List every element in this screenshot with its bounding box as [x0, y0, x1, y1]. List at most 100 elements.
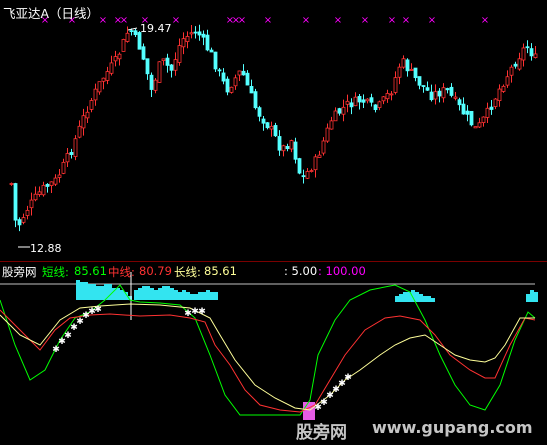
candle-up	[33, 193, 38, 201]
candle-up	[109, 62, 114, 74]
mid-line-value: 80.79	[139, 264, 172, 278]
indicator-site-label: 股旁网	[2, 265, 37, 279]
candle-up	[377, 101, 382, 108]
candle-up	[365, 98, 370, 102]
candle-up	[89, 100, 94, 110]
histogram-bar	[178, 292, 182, 300]
candle-down	[461, 103, 466, 115]
candle-up	[477, 122, 482, 128]
candle-down	[437, 90, 442, 97]
histogram-bar	[138, 288, 142, 300]
histogram-bar	[399, 294, 403, 302]
signal-marker: ×	[481, 15, 489, 26]
candle-down	[337, 108, 342, 114]
candle-up	[77, 125, 82, 138]
candle-up	[325, 127, 330, 142]
histogram-bar	[142, 286, 146, 300]
histogram-bar	[80, 282, 84, 300]
signal-marker: ×	[238, 15, 246, 26]
histogram-bar	[395, 296, 399, 302]
candle-down	[265, 122, 270, 129]
histogram-bar	[116, 288, 120, 300]
candle-down	[201, 33, 206, 38]
signal-marker: ×	[361, 15, 369, 26]
histogram-bar	[100, 286, 104, 300]
candle-up	[237, 70, 242, 76]
candle-up	[49, 181, 54, 186]
candle-down	[17, 219, 22, 226]
candle-up	[441, 87, 446, 99]
histogram-bar	[415, 292, 419, 302]
candle-up	[393, 77, 398, 93]
candle-up	[61, 161, 66, 174]
histogram-bar	[76, 280, 80, 300]
candle-down	[449, 86, 454, 96]
histogram-bar	[423, 296, 427, 302]
candle-up	[521, 47, 526, 61]
histogram-bar	[84, 282, 88, 300]
chart-canvas[interactable]: × × × ×× × × ××× × × × × × × × × 19.47 12.88 ✱✱✱✱✱✱✱✱ ✱…	[0, 0, 547, 445]
candle-down	[413, 67, 418, 79]
candle-up	[41, 184, 46, 196]
candle-up	[21, 217, 26, 223]
candle-up	[181, 38, 186, 48]
candle-up	[25, 209, 30, 216]
candle-down	[245, 72, 250, 86]
candle-up	[173, 59, 178, 71]
histogram-bar	[419, 294, 423, 302]
histogram-bar	[182, 290, 186, 300]
candle-up	[317, 154, 322, 158]
histogram-bar	[186, 292, 190, 300]
candle-down	[285, 146, 290, 150]
candle-down	[277, 136, 282, 151]
histogram-bar	[166, 286, 170, 300]
candle-up	[481, 116, 486, 124]
candle-down	[165, 57, 170, 66]
candle-up	[105, 71, 110, 81]
short-line-label: 短线:	[42, 265, 69, 279]
histogram-bar	[92, 284, 96, 300]
candle-up	[117, 53, 122, 60]
histogram-bar	[170, 288, 174, 300]
indicator-histogram	[76, 272, 538, 420]
candle-up	[101, 77, 106, 82]
histogram-bar	[202, 292, 206, 300]
candle-up	[309, 170, 314, 172]
candle-down	[469, 110, 474, 126]
signal-marker: ×	[172, 15, 180, 26]
candle-down	[525, 46, 530, 49]
chart-title: 飞亚达A（日线）	[3, 6, 100, 21]
signal-marker: ×	[302, 15, 310, 26]
candle-down	[141, 46, 146, 60]
signal-star: ✱	[344, 373, 352, 383]
histogram-bar	[534, 292, 538, 302]
candle-up	[533, 53, 538, 58]
mid-line-label: 中线:	[108, 265, 135, 279]
candle-down	[69, 152, 74, 155]
candle-down	[425, 87, 430, 91]
watermark-url: www.gupang.com	[372, 418, 533, 437]
candle-up	[433, 91, 438, 100]
candle-down	[149, 74, 154, 90]
histogram-bar	[162, 286, 166, 300]
candle-up	[313, 156, 318, 171]
candle-down	[145, 58, 150, 75]
candle-up	[381, 96, 386, 102]
short-line	[0, 284, 536, 416]
candle-up	[73, 138, 78, 157]
signal-marker: ×	[264, 15, 272, 26]
candle-up	[153, 79, 158, 91]
param-2: : 100.00	[318, 264, 366, 278]
candle-up	[233, 77, 238, 87]
candle-up	[485, 107, 490, 118]
histogram-bar	[146, 286, 150, 300]
candle-up	[517, 58, 522, 70]
candle-up	[85, 111, 90, 119]
candle-up	[409, 68, 414, 71]
candle-up	[497, 88, 502, 101]
candle-up	[53, 177, 58, 185]
candle-up	[37, 191, 42, 195]
candle-up	[329, 120, 334, 130]
candle-down	[169, 64, 174, 71]
candle-down	[45, 183, 50, 187]
